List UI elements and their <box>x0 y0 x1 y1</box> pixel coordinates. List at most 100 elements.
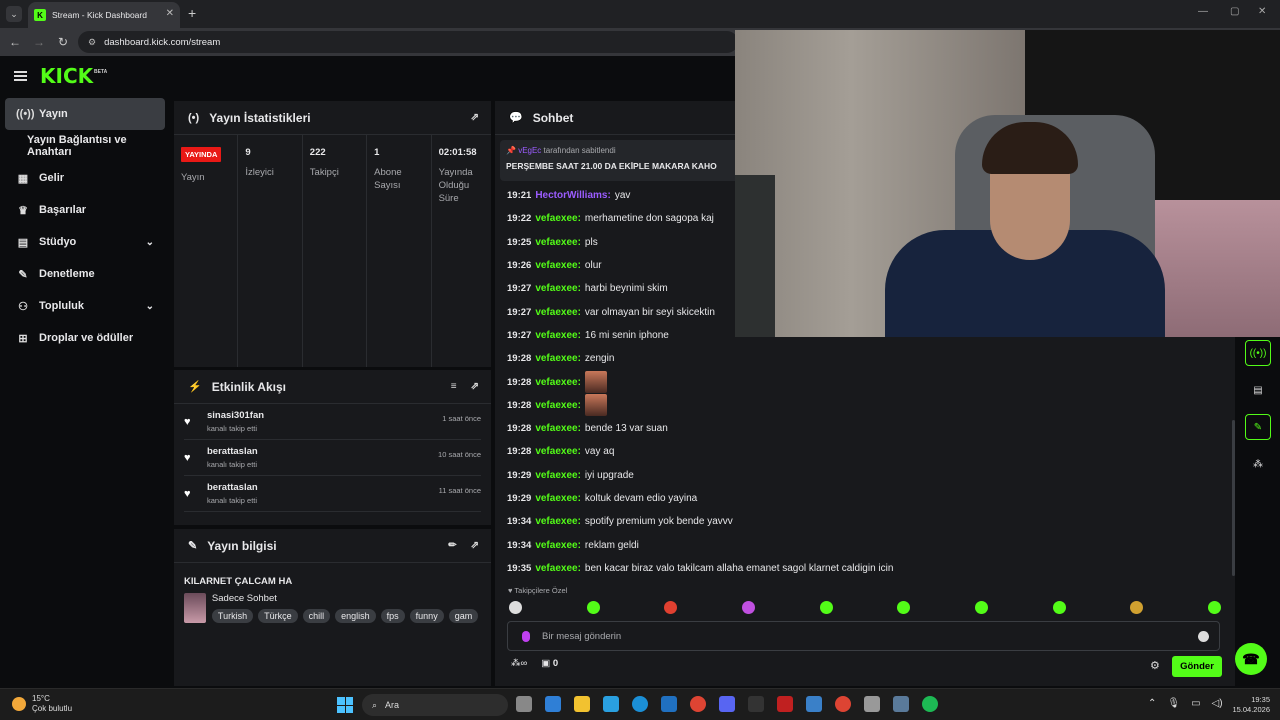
discord-icon[interactable] <box>719 696 735 712</box>
new-tab-button[interactable]: + <box>188 5 196 21</box>
activity-user[interactable]: berattaslan <box>207 446 258 457</box>
sidebar-item-topluluk[interactable]: ⚇ Topluluk ⌄ <box>0 290 170 322</box>
message-username[interactable]: vefaexee <box>535 307 577 318</box>
broadcast-tool-icon[interactable]: ((•)) <box>1245 340 1271 366</box>
volume-icon[interactable]: ◁) <box>1212 698 1223 709</box>
emote-icon[interactable] <box>1130 601 1144 614</box>
reload-button[interactable]: ↻ <box>51 35 75 49</box>
points-icon[interactable]: ⁂∞ <box>511 658 527 669</box>
popout-icon[interactable]: ⇗ <box>471 540 479 551</box>
menu-icon[interactable] <box>14 71 27 81</box>
edit-icon[interactable]: ✏ <box>448 540 456 551</box>
emote-icon[interactable] <box>1052 601 1066 614</box>
message-username[interactable]: vefaexee <box>535 377 577 388</box>
emote-icon[interactable] <box>741 601 755 614</box>
sidebar-item-stream-key[interactable]: Yayın Bağlantısı ve Anahtarı <box>0 130 170 162</box>
wrench-tool-icon[interactable]: ✎ <box>1245 414 1271 440</box>
mail-icon[interactable] <box>661 696 677 712</box>
pinned-by-user[interactable]: vEgEc <box>518 146 541 155</box>
emote-icon[interactable] <box>509 601 522 614</box>
store-icon[interactable]: ▣ 0 <box>541 658 558 669</box>
sidebar-item-gelir[interactable]: ▦ Gelir <box>0 162 170 194</box>
message-username[interactable]: vefaexee <box>535 330 577 341</box>
site-info-icon[interactable]: ⚙ <box>88 37 96 48</box>
message-username[interactable]: vefaexee <box>535 493 577 504</box>
close-window-button[interactable]: ✕ <box>1258 6 1266 17</box>
chat-scrollbar[interactable] <box>1232 420 1235 576</box>
message-username[interactable]: vefaexee <box>535 237 577 248</box>
community-tool-icon[interactable]: ⁂ <box>1245 451 1271 477</box>
sidebar-item-yayin[interactable]: ((•)) Yayın <box>5 98 165 130</box>
back-button[interactable]: ← <box>3 35 27 49</box>
epic-icon[interactable] <box>748 696 764 712</box>
emote-icon[interactable] <box>819 601 833 614</box>
chat-message: 19:28 vefaexee: bende 13 var suan <box>507 417 1227 440</box>
task-view-icon[interactable] <box>516 696 532 712</box>
activity-user[interactable]: berattaslan <box>207 482 258 493</box>
start-button[interactable] <box>337 697 353 713</box>
network-icon[interactable]: ▭ <box>1191 698 1200 709</box>
tab-search-button[interactable]: ⌄ <box>6 6 22 22</box>
popout-icon[interactable]: ⇗ <box>471 381 479 392</box>
message-username[interactable]: vefaexee <box>535 353 577 364</box>
message-username[interactable]: vefaexee <box>535 400 577 411</box>
message-time: 19:25 <box>507 236 532 248</box>
pinned-message[interactable]: 📌 vEgEc tarafından sabitlendi PERŞEMBE S… <box>500 140 740 181</box>
app-icon[interactable] <box>864 696 880 712</box>
message-username[interactable]: vefaexee <box>535 540 577 551</box>
address-bar[interactable]: ⚙ dashboard.kick.com/stream <box>78 31 738 53</box>
sidebar-item-label: Gelir <box>39 172 65 184</box>
stat-followers: 222 Takipçi <box>303 135 368 367</box>
notepad-icon[interactable] <box>603 696 619 712</box>
filter-icon[interactable]: ≡ <box>451 381 457 392</box>
message-username[interactable]: vefaexee <box>535 423 577 434</box>
message-username[interactable]: vefaexee <box>535 470 577 481</box>
message-username[interactable]: vefaexee <box>535 516 577 527</box>
emoji-picker-icon[interactable] <box>1198 631 1209 642</box>
minimize-button[interactable]: — <box>1198 6 1208 17</box>
file-explorer-icon[interactable] <box>574 696 590 712</box>
sidebar-item-studyo[interactable]: ▤ Stüdyo ⌄ <box>0 226 170 258</box>
edge-icon[interactable] <box>632 696 648 712</box>
taskbar-search[interactable]: ⌕ Ara <box>362 694 508 716</box>
close-tab-icon[interactable]: ✕ <box>166 8 174 19</box>
restore-button[interactable]: ▢ <box>1230 6 1239 17</box>
message-username[interactable]: HectorWilliams <box>535 190 607 201</box>
layout-tool-icon[interactable]: ▤ <box>1245 377 1271 403</box>
activity-user[interactable]: sinasi301fan <box>207 410 264 421</box>
chat-input[interactable]: Bir mesaj gönderin <box>507 621 1220 651</box>
sidebar-item-droplar[interactable]: ⊞ Droplar ve ödüller <box>0 322 170 354</box>
help-button[interactable]: ☎ <box>1235 643 1267 675</box>
settings-icon[interactable] <box>893 696 909 712</box>
message-username[interactable]: vefaexee <box>535 563 577 574</box>
clock[interactable]: 19:35 15.04.2026 <box>1226 695 1270 715</box>
forward-button[interactable]: → <box>27 35 51 49</box>
message-text: bende 13 var suan <box>584 423 668 435</box>
kick-logo[interactable]: KICK <box>40 64 93 88</box>
emote-icon[interactable] <box>974 601 988 614</box>
sidebar-item-denetleme[interactable]: ✎ Denetleme <box>0 258 170 290</box>
chevron-up-icon[interactable]: ⌃ <box>1148 698 1156 709</box>
chat-settings-icon[interactable]: ⚙ <box>1150 659 1160 672</box>
send-button[interactable]: Gönder <box>1172 656 1222 677</box>
popout-icon[interactable]: ⇗ <box>471 112 479 123</box>
app-icon[interactable] <box>777 696 793 712</box>
message-username[interactable]: vefaexee <box>535 446 577 457</box>
message-username[interactable]: vefaexee <box>535 283 577 294</box>
spotify-icon[interactable] <box>922 696 938 712</box>
store-app-icon[interactable] <box>545 696 561 712</box>
emote-icon[interactable] <box>664 601 678 614</box>
emote-icon[interactable] <box>586 601 600 614</box>
weather-widget[interactable]: 15°C Çok bulutlu <box>12 694 72 714</box>
browser-tab[interactable]: K Stream - Kick Dashboard ✕ <box>28 2 180 28</box>
chrome-icon[interactable] <box>690 696 706 712</box>
message-username[interactable]: vefaexee <box>535 260 577 271</box>
microphone-icon[interactable] <box>522 630 530 642</box>
emote-icon[interactable] <box>897 601 911 614</box>
microphone-icon[interactable]: 🎙 <box>1167 698 1180 709</box>
app-icon[interactable] <box>806 696 822 712</box>
message-username[interactable]: vefaexee <box>535 213 577 224</box>
chrome-icon[interactable] <box>835 696 851 712</box>
emote-icon[interactable] <box>1207 601 1221 614</box>
sidebar-item-basarilar[interactable]: ♛ Başarılar <box>0 194 170 226</box>
